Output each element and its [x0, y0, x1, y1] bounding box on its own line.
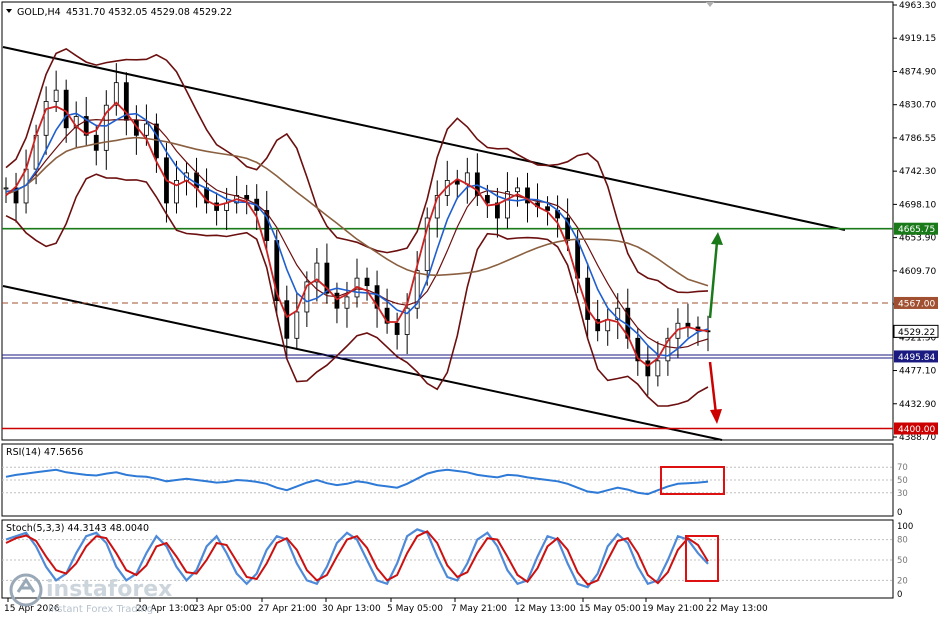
stoch-tick-label: 50 — [897, 556, 908, 566]
price-tick-label: 4874.90 — [899, 67, 936, 77]
time-tick-label: 27 Apr 21:00 — [258, 604, 317, 614]
ohlc-readout: 4531.70 4532.05 4529.08 4529.22 — [66, 7, 232, 18]
price-tick-label: 4742.30 — [899, 167, 936, 177]
rsi-label: RSI(14) 47.5656 — [6, 447, 83, 458]
rsi-tick-label: 30 — [897, 489, 908, 499]
stoch-tick-label: 0 — [897, 590, 902, 600]
time-tick-label: 23 Apr 05:00 — [193, 604, 252, 614]
rsi-tick-label: 50 — [897, 476, 908, 486]
price-tick-label: 4477.10 — [899, 367, 936, 377]
candle-body[interactable] — [545, 206, 550, 211]
candle-body[interactable] — [655, 360, 661, 377]
candle-body[interactable] — [294, 311, 300, 339]
candle-body[interactable] — [645, 360, 651, 377]
time-tick-label: 12 May 13:00 — [514, 604, 576, 614]
price-tick-label: 4432.90 — [899, 400, 936, 410]
price-tick-label: 4963.30 — [899, 1, 936, 11]
candle-body[interactable] — [43, 101, 49, 136]
candle-body[interactable] — [334, 292, 340, 309]
logo-tagline-text: Instant Forex Trading — [48, 604, 153, 615]
rsi-tick-label: 0 — [897, 508, 902, 518]
price-tick-label: 4698.10 — [899, 200, 936, 210]
candle-body[interactable] — [53, 89, 59, 102]
level-price-label: 4529.22 — [898, 328, 935, 338]
candle-body[interactable] — [364, 277, 370, 287]
logo-mark-icon — [16, 577, 36, 593]
rsi-tick-label: 70 — [897, 463, 908, 473]
stoch-label: Stoch(5,3,3) 44.3143 48.0040 — [6, 523, 149, 534]
time-tick-label: 19 May 21:00 — [642, 604, 704, 614]
time-tick-label: 15 May 05:00 — [579, 604, 641, 614]
instaforex-logo: instaforex Instant Forex Trading — [6, 570, 182, 616]
price-tick-label: 4919.15 — [899, 34, 936, 44]
stoch-tick-label: 100 — [897, 522, 913, 532]
candle-body[interactable] — [585, 277, 591, 320]
candle-body[interactable] — [505, 191, 510, 219]
logo-brand-text: instaforex — [46, 577, 172, 602]
candle-body[interactable] — [143, 123, 149, 136]
price-tick-label: 4609.70 — [899, 267, 936, 277]
price-tick-label: 4830.70 — [899, 101, 936, 111]
trading-chart[interactable]: GOLD,H4 4531.70 4532.05 4529.08 4529.22 R… — [0, 0, 940, 620]
candle-body[interactable] — [464, 172, 470, 185]
level-price-label: 4665.75 — [898, 225, 935, 235]
time-tick-label: 7 May 21:00 — [451, 604, 507, 614]
candle-body[interactable] — [194, 172, 199, 189]
candle-body[interactable] — [394, 322, 400, 335]
candle-body[interactable] — [515, 187, 520, 193]
candle-body[interactable] — [284, 300, 290, 339]
stoch-tick-label: 80 — [897, 536, 908, 546]
candle-body[interactable] — [63, 89, 69, 129]
time-tick-label: 30 Apr 13:00 — [322, 604, 381, 614]
time-tick-label: 22 May 13:00 — [706, 604, 768, 614]
price-tick-label: 4786.55 — [899, 134, 936, 144]
symbol-label: GOLD,H4 — [17, 7, 61, 18]
time-tick-label: 5 May 05:00 — [387, 604, 443, 614]
level-price-label: 4400.00 — [898, 425, 935, 435]
level-price-label: 4567.00 — [898, 299, 935, 309]
stoch-tick-label: 20 — [897, 576, 908, 586]
candle-body[interactable] — [605, 319, 611, 332]
level-price-label: 4495.84 — [898, 353, 935, 363]
candle-body[interactable] — [344, 296, 350, 309]
candle-body[interactable] — [3, 187, 9, 190]
